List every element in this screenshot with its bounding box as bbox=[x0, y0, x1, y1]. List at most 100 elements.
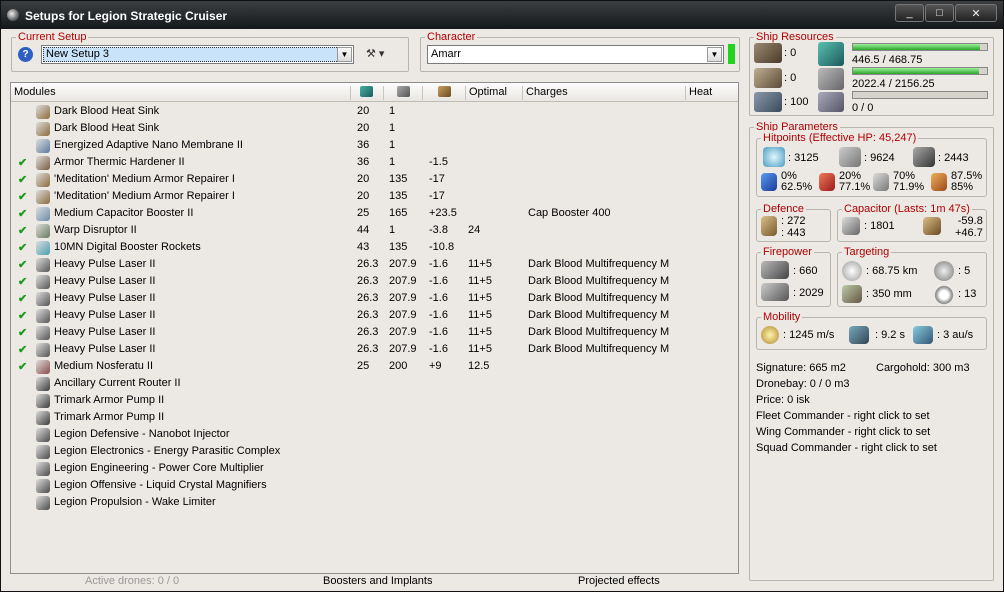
column-cpu[interactable] bbox=[351, 86, 384, 100]
fleet-commander-slot[interactable]: Fleet Commander - right click to set bbox=[756, 410, 930, 422]
module-charge: Dark Blood Multifrequency M bbox=[528, 343, 670, 355]
maximize-button[interactable]: □ bbox=[925, 4, 954, 22]
module-row[interactable]: Legion Offensive - Liquid Crystal Magnif… bbox=[11, 477, 738, 494]
module-active-check[interactable]: ✔ bbox=[18, 309, 27, 322]
close-button[interactable]: ✕ bbox=[955, 4, 997, 22]
signature-text: Signature: 665 m2 bbox=[756, 362, 846, 374]
module-charge: Dark Blood Multifrequency M bbox=[528, 309, 670, 321]
launcher-hardpoint-icon bbox=[754, 68, 782, 88]
column-optimal[interactable]: Optimal bbox=[466, 86, 523, 100]
module-row[interactable]: ✔ Warp Disruptor II 44 1 -3.8 24 bbox=[11, 222, 738, 239]
module-active-check[interactable]: ✔ bbox=[18, 360, 27, 373]
module-row[interactable]: Dark Blood Heat Sink 20 1 bbox=[11, 120, 738, 137]
module-charge: Dark Blood Multifrequency M bbox=[528, 326, 670, 338]
module-row[interactable]: ✔ Heavy Pulse Laser II 26.3 207.9 -1.6 11+5 Da… bbox=[11, 307, 738, 324]
module-icon bbox=[36, 190, 50, 204]
help-icon[interactable]: ? bbox=[18, 47, 33, 62]
module-row[interactable]: ✔ Heavy Pulse Laser II 26.3 207.9 -1.6 11+5 Da… bbox=[11, 324, 738, 341]
firepower-label: Firepower bbox=[761, 245, 814, 259]
module-row[interactable]: Legion Defensive - Nanobot Injector bbox=[11, 426, 738, 443]
capacitor-recharge: +46.7 bbox=[955, 227, 983, 239]
module-power: 207.9 bbox=[389, 343, 417, 355]
module-row[interactable]: ✔ Medium Capacitor Booster II 25 165 +23.5 Ca… bbox=[11, 205, 738, 222]
squad-commander-slot[interactable]: Squad Commander - right click to set bbox=[756, 442, 937, 454]
module-name: Heavy Pulse Laser II bbox=[54, 309, 156, 321]
module-row[interactable]: Ancillary Current Router II bbox=[11, 375, 738, 392]
kinetic-armor-resist: 71.9% bbox=[893, 181, 925, 193]
module-row[interactable]: ✔ 'Meditation' Medium Armor Repairer I 20 1… bbox=[11, 188, 738, 205]
module-row[interactable]: ✔ Heavy Pulse Laser II 26.3 207.9 -1.6 11+5 Da… bbox=[11, 273, 738, 290]
module-icon bbox=[36, 326, 50, 340]
module-active-check[interactable]: ✔ bbox=[18, 343, 27, 356]
module-active-check[interactable]: ✔ bbox=[18, 207, 27, 220]
module-charge: Dark Blood Multifrequency M bbox=[528, 275, 670, 287]
module-row[interactable]: ✔ 'Meditation' Medium Armor Repairer I 20 1… bbox=[11, 171, 738, 188]
module-active-check[interactable]: ✔ bbox=[18, 224, 27, 237]
module-name: Legion Propulsion - Wake Limiter bbox=[54, 496, 216, 508]
chevron-down-icon[interactable]: ▼ bbox=[337, 47, 352, 62]
capacitor-label: Capacitor (Lasts: 1m 47s) bbox=[842, 202, 972, 216]
targeting-label: Targeting bbox=[842, 245, 892, 259]
module-row[interactable]: Legion Propulsion - Wake Limiter bbox=[11, 494, 738, 511]
armor-icon bbox=[839, 147, 861, 167]
module-active-check[interactable]: ✔ bbox=[18, 326, 27, 339]
module-active-check[interactable]: ✔ bbox=[18, 156, 27, 169]
module-row[interactable]: ✔ Heavy Pulse Laser II 26.3 207.9 -1.6 11+5 Da… bbox=[11, 290, 738, 307]
module-row[interactable]: Dark Blood Heat Sink 20 1 bbox=[11, 103, 738, 120]
boosters-implants-button[interactable]: Boosters and Implants bbox=[323, 575, 432, 587]
setup-select[interactable]: New Setup 3 ▼ bbox=[41, 45, 354, 64]
wing-commander-slot[interactable]: Wing Commander - right click to set bbox=[756, 426, 930, 438]
warp-speed-icon bbox=[913, 326, 933, 344]
module-name: 'Meditation' Medium Armor Repairer I bbox=[54, 173, 235, 185]
drone-bandwidth-icon bbox=[818, 92, 844, 112]
powergrid-value: 2022.4 / 2156.25 bbox=[852, 78, 935, 90]
minimize-button[interactable]: _ bbox=[895, 4, 924, 22]
module-cpu: 20 bbox=[357, 122, 370, 134]
module-active-check[interactable]: ✔ bbox=[18, 190, 27, 203]
module-name: Trimark Armor Pump II bbox=[54, 411, 165, 423]
defence-panel: Defence : 272: 443 bbox=[756, 202, 831, 242]
character-select-value: Amarr bbox=[431, 48, 461, 60]
volley-icon bbox=[761, 283, 789, 301]
column-modules[interactable]: Modules bbox=[11, 86, 351, 100]
module-row[interactable]: ✔ 10MN Digital Booster Rockets 43 135 -10.8 bbox=[11, 239, 738, 256]
chevron-down-icon[interactable]: ▼ bbox=[707, 47, 722, 62]
module-row[interactable]: Legion Engineering - Power Core Multipli… bbox=[11, 460, 738, 477]
setup-tools-button[interactable]: ⚒ ▾ bbox=[366, 47, 384, 60]
cpu-icon bbox=[360, 86, 373, 97]
module-icon bbox=[36, 360, 50, 374]
projected-effects-button[interactable]: Projected effects bbox=[578, 575, 660, 587]
column-charges[interactable]: Charges bbox=[523, 86, 686, 100]
column-heat[interactable]: Heat bbox=[686, 86, 738, 100]
module-icon bbox=[36, 241, 50, 255]
turret-icon bbox=[761, 261, 789, 279]
column-power[interactable] bbox=[384, 86, 423, 100]
modules-table[interactable]: Modules Optimal Charges Heat Dark Blood … bbox=[10, 82, 739, 574]
warp-speed: : 3 au/s bbox=[937, 329, 974, 341]
module-row[interactable]: ✔ Armor Thermic Hardener II 36 1 -1.5 bbox=[11, 154, 738, 171]
module-power: 1 bbox=[389, 122, 396, 134]
module-active-check[interactable]: ✔ bbox=[18, 241, 27, 254]
module-active-check[interactable]: ✔ bbox=[18, 258, 27, 271]
character-select[interactable]: Amarr ▼ bbox=[427, 45, 724, 64]
module-active-check[interactable]: ✔ bbox=[18, 275, 27, 288]
module-row[interactable]: ✔ Medium Nosferatu II 25 200 +9 12.5 bbox=[11, 358, 738, 375]
module-row[interactable]: ✔ Heavy Pulse Laser II 26.3 207.9 -1.6 11+5 Da… bbox=[11, 341, 738, 358]
module-row[interactable]: Legion Electronics - Energy Parasitic Co… bbox=[11, 443, 738, 460]
module-icon bbox=[36, 496, 50, 510]
drone-bandwidth-value: 0 / 0 bbox=[852, 102, 874, 114]
character-status-indicator bbox=[728, 44, 735, 64]
module-row[interactable]: ✔ Heavy Pulse Laser II 26.3 207.9 -1.6 11+5 Da… bbox=[11, 256, 738, 273]
module-row[interactable]: Trimark Armor Pump II bbox=[11, 392, 738, 409]
module-power: 1 bbox=[389, 105, 396, 117]
module-row[interactable]: Trimark Armor Pump II bbox=[11, 409, 738, 426]
module-row[interactable]: Energized Adaptive Nano Membrane II 36 1 bbox=[11, 137, 738, 154]
module-name: 'Meditation' Medium Armor Repairer I bbox=[54, 190, 235, 202]
module-active-check[interactable]: ✔ bbox=[18, 292, 27, 305]
hull-hp-value: : 2443 bbox=[938, 152, 969, 164]
active-drones-label[interactable]: Active drones: 0 / 0 bbox=[85, 575, 179, 587]
module-optimal: 11+5 bbox=[468, 343, 492, 355]
module-active-check[interactable]: ✔ bbox=[18, 173, 27, 186]
module-cpu: 25 bbox=[357, 207, 370, 219]
column-capacitor[interactable] bbox=[423, 86, 466, 100]
